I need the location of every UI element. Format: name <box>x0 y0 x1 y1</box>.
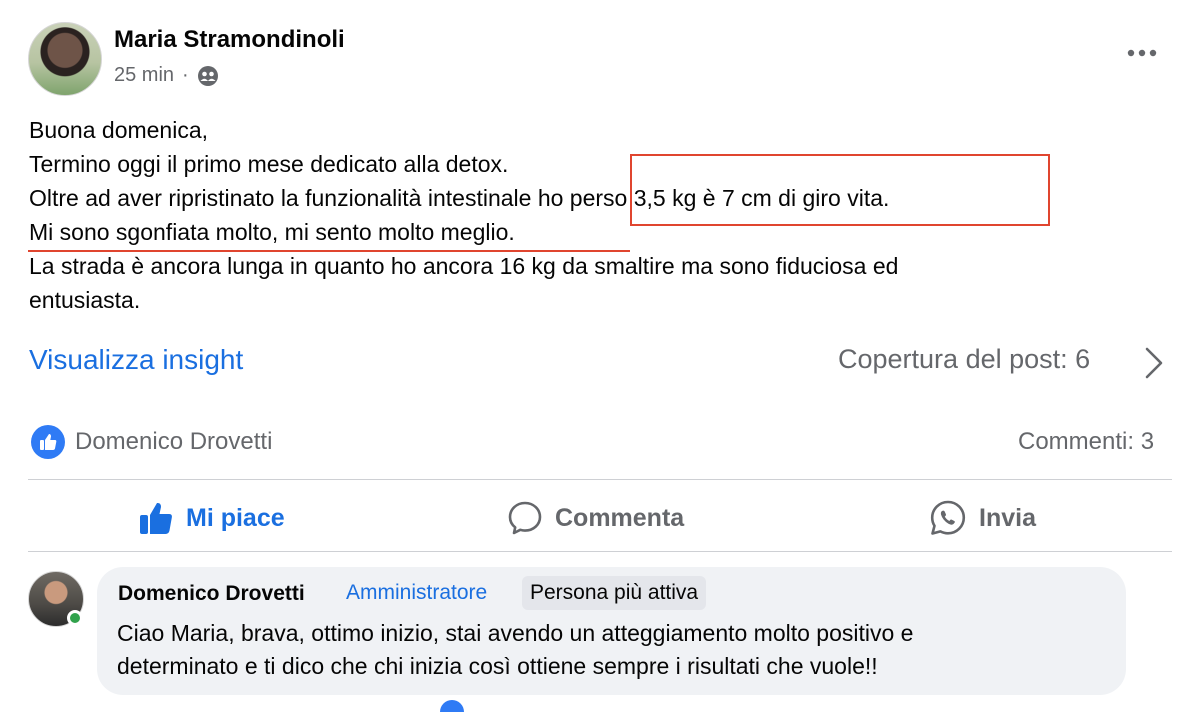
post-meta: 25 min · <box>114 64 219 87</box>
comment-text: Ciao Maria, brava, ottimo inizio, stai a… <box>117 617 1107 683</box>
meta-separator: · <box>182 64 189 86</box>
post-line: La strada è ancora lunga in quanto ho an… <box>29 253 899 279</box>
comment-label: Commenta <box>555 503 685 532</box>
post-reach-label[interactable]: Copertura del post: 6 <box>838 344 1090 375</box>
like-button[interactable]: Mi piace <box>138 497 285 539</box>
comment-count[interactable]: Commenti: 3 <box>1018 428 1154 456</box>
view-insights-link[interactable]: Visualizza insight <box>29 344 243 376</box>
comment-button[interactable]: Commenta <box>507 497 684 539</box>
divider <box>28 479 1172 480</box>
commenter-name[interactable]: Domenico Drovetti <box>118 582 305 606</box>
thumbs-up-icon <box>140 502 172 534</box>
post-line: entusiasta. <box>29 287 141 313</box>
like-label: Mi piace <box>186 503 285 532</box>
divider <box>28 551 1172 552</box>
post-line: Buona domenica, <box>29 117 209 143</box>
comment-line: Ciao Maria, brava, ottimo inizio, stai a… <box>117 620 914 646</box>
top-fan-badge: Persona più attiva <box>522 576 707 610</box>
reactor-name[interactable]: Domenico Drovetti <box>75 428 272 456</box>
highlight-underline-annotation <box>28 250 630 252</box>
post-timestamp[interactable]: 25 min <box>114 64 174 87</box>
highlight-box-annotation <box>630 154 1050 226</box>
reaction-icon-partial <box>440 700 464 712</box>
author-avatar[interactable] <box>28 22 102 96</box>
online-status-dot <box>67 610 83 626</box>
whatsapp-icon <box>930 500 966 535</box>
like-reaction-icon[interactable] <box>31 425 65 459</box>
more-options-icon[interactable] <box>1124 38 1160 68</box>
send-label: Invia <box>979 503 1036 532</box>
comment-line: determinato e ti dico che chi inizia cos… <box>117 653 878 679</box>
admin-role-label: Amministratore <box>346 581 488 604</box>
group-icon[interactable] <box>197 65 219 87</box>
post-author-name[interactable]: Maria Stramondinoli <box>114 26 345 54</box>
comment-bubble-icon <box>508 501 542 535</box>
chevron-right-icon[interactable] <box>1142 346 1166 380</box>
send-button[interactable]: Invia <box>929 497 1036 539</box>
